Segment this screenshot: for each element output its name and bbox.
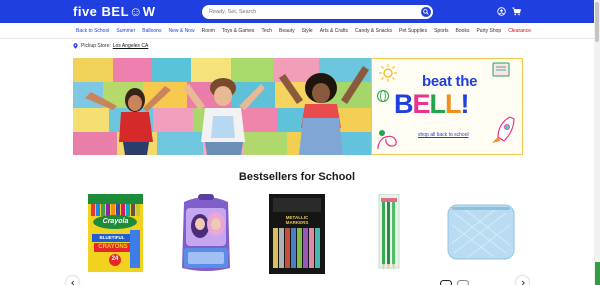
swirl-doodle-icon <box>377 130 397 150</box>
notebook-doodle-icon <box>492 62 510 77</box>
site-header: five BEL☺W <box>0 0 594 23</box>
page: five BEL☺W Back to School Summer Balloons N… <box>0 0 600 285</box>
sun-doodle-icon <box>379 64 397 82</box>
shop-back-to-school-link[interactable]: shop all back to school <box>418 132 469 138</box>
pickup-store-link[interactable]: Los Angeles CA <box>113 43 149 49</box>
category-nav-item[interactable]: Books <box>456 27 470 35</box>
product-card[interactable]: METALLIC MARKERS <box>267 194 327 274</box>
pickup-store[interactable]: Pickup Store: Los Angeles CA <box>73 41 148 51</box>
search-button[interactable] <box>421 7 431 17</box>
carousel-dot[interactable] <box>440 280 452 285</box>
scrollbar-thumb[interactable] <box>595 2 599 42</box>
bell-letter: ! <box>460 89 470 119</box>
carousel-prev-button[interactable] <box>66 276 79 285</box>
product-line1: BLUETIFUL <box>99 235 125 240</box>
category-nav-item[interactable]: Balloons <box>142 27 161 35</box>
category-nav-item[interactable]: Tech <box>261 27 272 35</box>
category-list: Back to School Summer Balloons New & Now Roo… <box>76 27 538 35</box>
account-icon[interactable] <box>497 7 506 16</box>
category-nav-item[interactable]: Summer <box>116 27 135 35</box>
hero-banner[interactable]: beat the BELL! shop all back to school <box>73 58 523 155</box>
category-nav-item[interactable]: Party Shop <box>476 27 501 35</box>
bell-letter: B <box>394 89 413 119</box>
chevron-right-icon <box>521 280 525 285</box>
marker-set-icon <box>269 194 325 274</box>
site-logo[interactable]: five BEL☺W <box>73 4 156 19</box>
product-card[interactable] <box>176 194 236 274</box>
bell-letter: L <box>429 89 446 119</box>
pouch-icon <box>447 204 515 260</box>
carousel-next-button[interactable] <box>516 276 529 285</box>
category-nav-item[interactable]: Candy & Snacks <box>355 27 392 35</box>
feedback-tab[interactable] <box>595 262 600 285</box>
location-pin-icon <box>73 43 78 49</box>
category-nav-item[interactable]: Toys & Games <box>222 27 255 35</box>
product-card[interactable] <box>377 193 401 274</box>
section-title: Bestsellers for School <box>238 171 356 183</box>
promo-headline-top: beat the <box>422 73 478 90</box>
search-icon <box>423 9 429 15</box>
category-nav-item[interactable]: Style <box>302 27 313 35</box>
category-nav-item[interactable]: Clearance <box>508 27 531 35</box>
category-nav-item[interactable]: Beauty <box>279 27 295 35</box>
product-card[interactable]: Crayola BLUETIFUL CRAYONS 24 <box>86 194 145 274</box>
product-line2: MARKERS <box>285 220 309 225</box>
category-nav-item[interactable]: Room <box>202 27 215 35</box>
search-input[interactable] <box>202 5 412 19</box>
cart-icon[interactable] <box>512 7 521 16</box>
globe-doodle-icon <box>377 90 389 102</box>
bell-letter: L <box>445 89 461 119</box>
category-nav: Back to School Summer Balloons New & Now Roo… <box>0 23 594 39</box>
category-nav-item[interactable]: Pet Supplies <box>399 27 427 35</box>
pencil-pack-icon <box>378 193 400 270</box>
beat-the-bell-promo: beat the BELL! shop all back to school <box>371 58 523 155</box>
backpack-icon <box>182 194 230 271</box>
pickup-label: Pickup Store: <box>81 43 111 49</box>
category-nav-item[interactable]: New & Now <box>168 27 194 35</box>
product-count: 24 <box>111 256 119 262</box>
category-nav-item[interactable]: Sports <box>434 27 448 35</box>
category-nav-item[interactable]: Arts & Crafts <box>320 27 348 35</box>
chevron-left-icon <box>70 280 74 285</box>
carousel-dot[interactable] <box>457 280 469 285</box>
product-line2: CRAYONS <box>98 244 128 250</box>
page-scrollbar[interactable] <box>594 0 600 285</box>
category-nav-item[interactable]: Back to School <box>76 27 109 35</box>
search-bar <box>202 5 433 19</box>
promo-headline-bell: BELL! <box>394 89 470 119</box>
crayon-box-icon <box>88 194 143 272</box>
product-brand: Crayola <box>102 218 129 225</box>
bell-letter: E <box>412 89 431 119</box>
product-card[interactable] <box>446 203 516 261</box>
hero-kids-photo <box>73 58 371 155</box>
rocket-doodle-icon <box>492 116 515 143</box>
